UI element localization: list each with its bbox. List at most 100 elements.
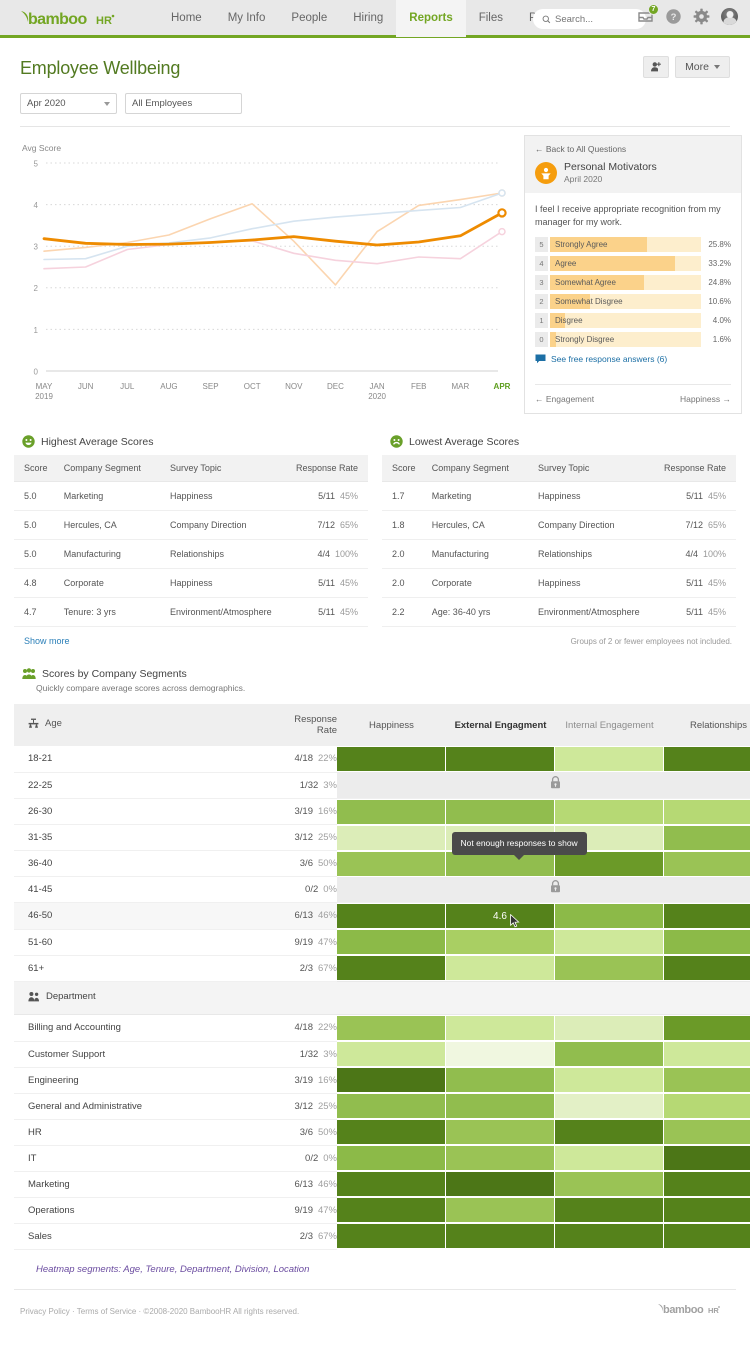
heatmap-cell[interactable] <box>446 1015 555 1042</box>
heatmap-row[interactable]: 18-21 4/18 22% <box>14 746 750 773</box>
heatmap-cell[interactable] <box>446 955 555 982</box>
heatmap-cell[interactable] <box>337 1067 446 1093</box>
footer-legal-text[interactable]: Privacy Policy · Terms of Service · ©200… <box>20 1307 299 1316</box>
heatmap-cell[interactable] <box>337 798 446 825</box>
heatmap-cell[interactable] <box>337 1145 446 1171</box>
heatmap-col-happiness[interactable]: Happiness <box>337 704 446 746</box>
heatmap-cell[interactable] <box>664 955 750 982</box>
heatmap-cell[interactable] <box>337 851 446 877</box>
heatmap-cell[interactable] <box>664 1223 750 1249</box>
heatmap-cell[interactable] <box>446 1119 555 1145</box>
bamboohr-logo[interactable]: bamboo HR <box>18 7 130 29</box>
search-box[interactable] <box>533 9 646 29</box>
heatmap-cell[interactable] <box>337 1041 446 1067</box>
gear-icon[interactable] <box>693 8 710 25</box>
heatmap-cell[interactable] <box>555 929 664 955</box>
help-icon[interactable]: ? <box>665 8 682 25</box>
heatmap-row[interactable]: 61+ 2/3 67% <box>14 955 750 982</box>
heatmap-cell[interactable] <box>664 1093 750 1119</box>
heatmap-row[interactable]: 36-40 3/6 50% <box>14 850 750 877</box>
search-input[interactable] <box>555 13 635 25</box>
heatmap-cell[interactable] <box>555 1197 664 1223</box>
heatmap-row[interactable]: Engineering 3/19 16% <box>14 1067 750 1094</box>
heatmap-cell[interactable] <box>446 1145 555 1171</box>
heatmap-cell[interactable] <box>337 1171 446 1197</box>
heatmap-cell[interactable] <box>446 1171 555 1197</box>
answer-row[interactable]: 4 Agree 33.2% <box>535 256 731 272</box>
heatmap-row[interactable]: HR 3/6 50% <box>14 1119 750 1146</box>
heatmap-cell[interactable] <box>664 851 750 877</box>
next-question-link[interactable]: Happiness → <box>680 394 731 404</box>
heatmap-cell[interactable] <box>446 929 555 955</box>
heatmap-cell[interactable] <box>337 955 446 982</box>
answer-row[interactable]: 3 Somewhat Agree 24.8% <box>535 275 731 291</box>
heatmap-cell[interactable] <box>555 1119 664 1145</box>
table-row[interactable]: 5.0 Marketing Happiness 5/11 45% <box>14 481 368 511</box>
heatmap-cell[interactable] <box>555 903 664 930</box>
heatmap-cell[interactable] <box>555 1093 664 1119</box>
heatmap-cell[interactable] <box>664 1015 750 1042</box>
heatmap-cell[interactable] <box>337 1015 446 1042</box>
show-more-link[interactable]: Show more <box>14 636 368 646</box>
heatmap-cell[interactable] <box>664 825 750 851</box>
heatmap-cell[interactable] <box>446 1067 555 1093</box>
heatmap-cell[interactable] <box>446 1041 555 1067</box>
table-row[interactable]: 1.7 Marketing Happiness 5/11 45% <box>382 481 736 511</box>
heatmap-cell[interactable] <box>555 746 664 772</box>
heatmap-row[interactable]: IT 0/2 0% <box>14 1145 750 1172</box>
back-to-all-questions-link[interactable]: ← Back to All Questions <box>535 144 731 154</box>
heatmap-cell[interactable] <box>664 1145 750 1171</box>
answer-row[interactable]: 0 Strongly Disgree 1.6% <box>535 332 731 348</box>
heatmap-cell[interactable] <box>446 1093 555 1119</box>
table-row[interactable]: 4.7 Tenure: 3 yrs Environment/Atmosphere 5/… <box>14 597 368 627</box>
answer-row[interactable]: 1 Disgree 4.0% <box>535 313 731 329</box>
heatmap-row[interactable]: 26-30 3/19 16% <box>14 798 750 825</box>
heatmap-row[interactable]: 22-25 1/32 3% <box>14 772 750 799</box>
heatmap-row[interactable]: 41-45 0/2 0% <box>14 876 750 903</box>
inbox-icon[interactable]: 7 <box>637 4 659 25</box>
heatmap-cell[interactable] <box>337 825 446 851</box>
heatmap-cell[interactable] <box>664 1119 750 1145</box>
employee-filter-input[interactable]: All Employees <box>125 93 242 114</box>
nav-item-people[interactable]: People <box>278 0 340 37</box>
heatmap-cell[interactable] <box>337 1197 446 1223</box>
heatmap-group-header[interactable]: Age <box>14 704 284 746</box>
heatmap-cell[interactable] <box>555 955 664 982</box>
heatmap-cell[interactable] <box>664 1041 750 1067</box>
heatmap-row[interactable]: 46-50 6/13 46% 4.6 <box>14 902 750 930</box>
table-row[interactable]: 2.0 Corporate Happiness 5/11 45% <box>382 568 736 598</box>
heatmap-cell[interactable] <box>555 1041 664 1067</box>
table-row[interactable]: 5.0 Hercules, CA Company Direction 7/12 65% <box>14 510 368 540</box>
heatmap-cell[interactable] <box>555 1067 664 1093</box>
heatmap-cell[interactable] <box>664 746 750 772</box>
prev-question-link[interactable]: ← Engagement <box>535 394 594 404</box>
heatmap-cell[interactable] <box>664 798 750 825</box>
avatar[interactable] <box>721 8 738 25</box>
heatmap-row[interactable]: Billing and Accounting 4/18 22% <box>14 1014 750 1042</box>
heatmap-row[interactable]: Sales 2/3 67% <box>14 1223 750 1250</box>
add-person-button[interactable] <box>643 56 670 78</box>
heatmap-cell[interactable] <box>664 1067 750 1093</box>
heatmap-cell[interactable] <box>446 1197 555 1223</box>
heatmap-cell[interactable] <box>555 1145 664 1171</box>
heatmap-cell[interactable] <box>446 798 555 825</box>
more-button[interactable]: More <box>675 56 730 78</box>
heatmap-cell[interactable] <box>664 1171 750 1197</box>
table-row[interactable]: 2.0 Manufacturing Relationships 4/4 100% <box>382 539 736 569</box>
answer-row[interactable]: 5 Strongly Agree 25.8% <box>535 237 731 253</box>
heatmap-cell[interactable] <box>446 746 555 772</box>
heatmap-col-internal-engagement[interactable]: Internal Engagement <box>555 704 664 746</box>
heatmap-col-external-engagment[interactable]: External Engagment <box>446 704 555 746</box>
heatmap-cell[interactable] <box>664 903 750 930</box>
trend-chart[interactable]: 0 1 2 3 4 5 MAY 2019 JUN JUL AUG SEP OCT NOV DEC JAN 202… <box>22 155 514 417</box>
heatmap-cell[interactable] <box>337 929 446 955</box>
heatmap-row[interactable]: Customer Support 1/32 3% <box>14 1041 750 1068</box>
heatmap-cell[interactable] <box>337 1093 446 1119</box>
heatmap-cell[interactable] <box>555 798 664 825</box>
heatmap-row[interactable]: General and Administrative 3/12 25% <box>14 1093 750 1120</box>
nav-item-hiring[interactable]: Hiring <box>340 0 396 37</box>
table-row[interactable]: 4.8 Corporate Happiness 5/11 45% <box>14 568 368 598</box>
heatmap-cell[interactable] <box>337 903 446 930</box>
heatmap-cell[interactable] <box>337 1223 446 1249</box>
table-row[interactable]: 5.0 Manufacturing Relationships 4/4 100% <box>14 539 368 569</box>
